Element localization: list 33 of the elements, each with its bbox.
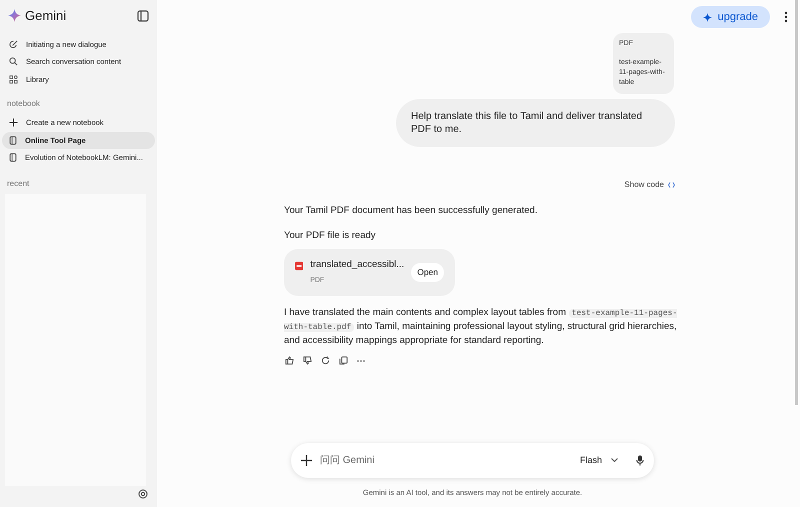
model-selector[interactable]: Flash <box>580 454 618 467</box>
sparkle-icon <box>702 12 712 22</box>
section-heading: notebook <box>6 98 41 110</box>
chevron-down-icon <box>611 458 618 462</box>
refresh-icon[interactable] <box>321 356 330 365</box>
response-text: Your Tamil PDF document has been successfully generated. <box>284 204 538 218</box>
notebook-icon <box>9 153 17 162</box>
grid-icon <box>9 74 18 84</box>
copy-icon[interactable] <box>339 356 348 365</box>
prompt-input[interactable]: 问问 Gemini Flash <box>291 442 654 478</box>
show-code-button[interactable]: Show code <box>624 178 675 190</box>
settings-icon[interactable] <box>138 488 148 498</box>
open-button[interactable]: Open <box>411 263 444 282</box>
upgrade-button[interactable]: upgrade <box>690 6 770 28</box>
microphone-icon[interactable] <box>636 454 644 466</box>
search-icon <box>9 57 18 66</box>
thumbs-down-icon[interactable] <box>303 356 312 365</box>
response-text: Your PDF file is ready <box>284 228 377 243</box>
sidebar-toggle-icon[interactable] <box>137 10 149 22</box>
response-text: I have translated the main contents and complex layout tables from test-example-11-pages-with-table.pdf into Tamil, maintaining professional layout styling, structural grid hierarchies, and accessibility mappings appropriate for standard reporting. <box>284 306 678 347</box>
code-icon <box>668 182 675 188</box>
section-heading: recent <box>6 178 30 190</box>
plus-icon[interactable] <box>301 454 312 466</box>
user-message: Help translate this file to Tamil and deliver translated PDF to me. <box>396 98 675 146</box>
pdf-file-icon <box>295 261 304 271</box>
file-name: translated_accessibl... <box>310 258 404 272</box>
more-options-icon[interactable] <box>784 11 788 23</box>
sparkle-logo-icon <box>8 9 21 22</box>
app-name: Gemini <box>25 7 66 25</box>
edit-icon <box>9 40 18 49</box>
notebook-icon <box>9 136 17 145</box>
thumbs-up-icon[interactable] <box>285 356 294 365</box>
plus-icon <box>9 118 18 128</box>
